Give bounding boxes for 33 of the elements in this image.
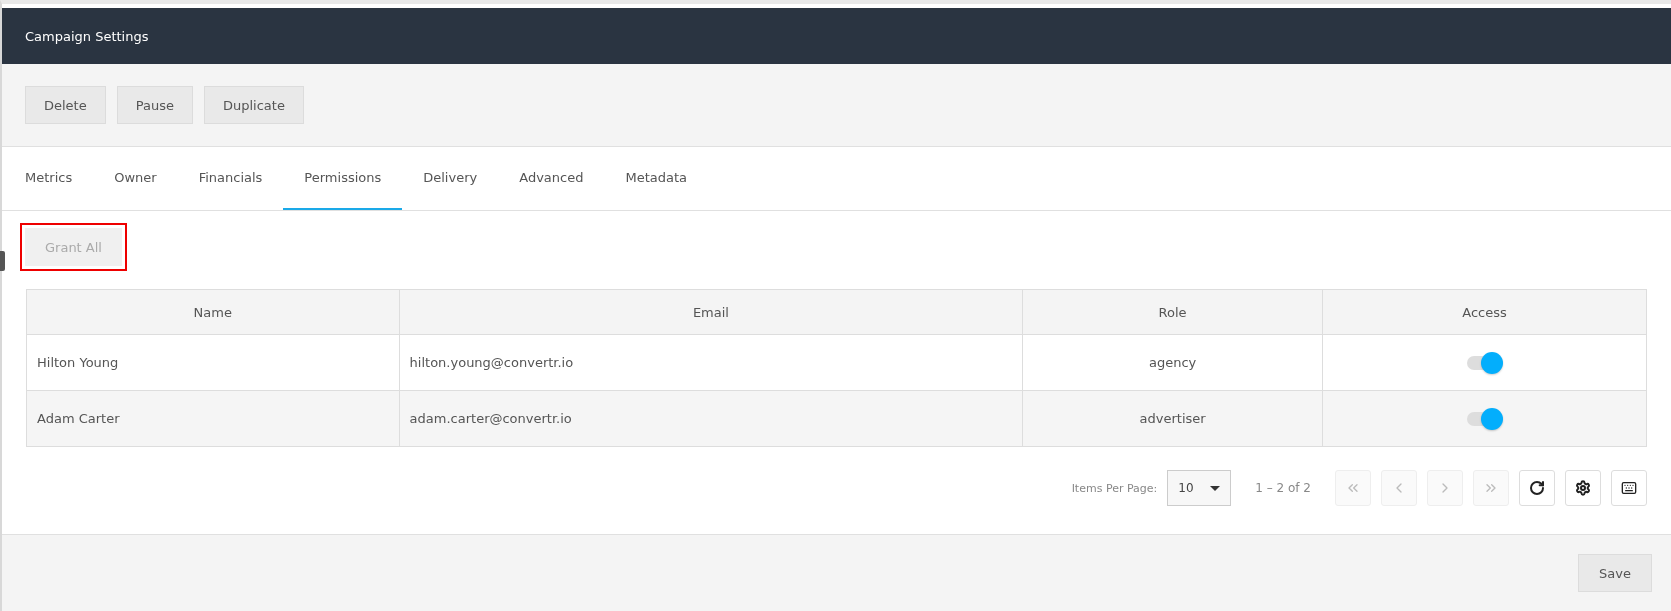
action-button[interactable]: Delete [25,86,106,124]
pager-button[interactable] [1519,470,1555,506]
column-header: Role [1022,289,1323,335]
tab[interactable]: Metrics [4,147,94,210]
page-range: 1 – 2 of 2 [1255,481,1311,495]
items-per-page-select[interactable]: 10 [1167,470,1232,506]
pager-button[interactable] [1611,470,1647,506]
tab[interactable]: Advanced [498,147,605,210]
table-cell: Hilton Young [26,334,400,391]
caret-icon [1210,485,1221,491]
table-cell: agency [1022,334,1323,391]
items-per-page-label: Items Per Page: [1071,481,1158,495]
action-button[interactable]: Pause [116,86,193,124]
keyboard-icon [1621,480,1637,496]
column-header: Email [399,289,1023,335]
tab[interactable]: Delivery [402,147,499,210]
table-cell: advertiser [1022,390,1323,447]
tab[interactable]: Financials [177,147,284,210]
tab[interactable]: Owner [93,147,178,210]
settings-icon [1575,480,1591,496]
pager-button[interactable] [1565,470,1601,506]
table-cell: Adam Carter [26,390,400,447]
tab[interactable]: Permissions [283,147,403,210]
tab[interactable]: Metadata [604,147,708,210]
table-cell: adam.carter@convertr.io [399,390,1023,447]
column-header: Name [26,289,400,335]
window-title: Campaign Settings [25,28,149,44]
side-handle[interactable] [0,251,5,271]
table-cell: hilton.young@convertr.io [399,334,1023,391]
save-button[interactable]: Save [1578,554,1652,592]
refresh-icon [1529,480,1545,496]
action-button[interactable]: Duplicate [203,86,304,124]
column-header: Access [1322,289,1647,335]
